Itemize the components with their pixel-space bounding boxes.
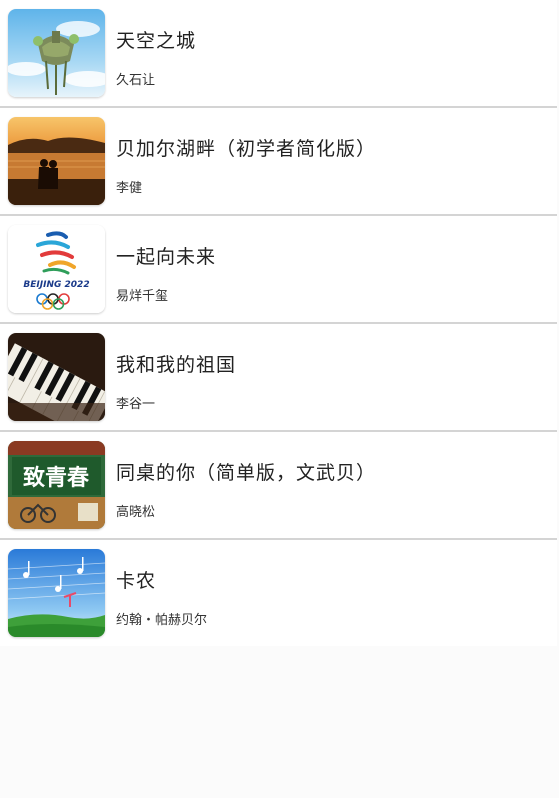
song-item[interactable]: 卡农 约翰・帕赫贝尔 (0, 540, 557, 646)
lake-sunset-cover-icon (8, 117, 105, 205)
song-artist: 李谷一 (116, 397, 156, 412)
song-title: 同桌的你（简单版，文武贝） (116, 462, 377, 484)
song-item[interactable]: 天空之城 久石让 (0, 0, 557, 108)
song-title: 卡农 (116, 570, 157, 592)
song-artist: 高晓松 (116, 505, 156, 520)
beijing-2022-cover-icon: BEIJING 2022 (8, 225, 105, 313)
song-artist: 约翰・帕赫贝尔 (116, 613, 208, 628)
cover-text: BEIJING 2022 (23, 280, 89, 290)
piano-keys-cover-icon (8, 333, 105, 421)
song-title: 一起向未来 (116, 246, 217, 268)
song-title: 贝加尔湖畔（初学者简化版） (116, 138, 377, 160)
song-item[interactable]: BEIJING 2022 一起向未来 易烊千玺 (0, 216, 557, 324)
song-title: 我和我的祖国 (116, 354, 237, 376)
song-artist: 李健 (116, 181, 143, 196)
youth-poster-cover-icon: 致青春 (8, 441, 105, 529)
song-artist: 易烊千玺 (116, 289, 169, 304)
canon-music-cover-icon (8, 549, 105, 637)
song-title: 天空之城 (116, 30, 197, 52)
song-list: 天空之城 久石让 贝加尔湖畔（初学者简化版） 李健 BEIJING 2022 一… (0, 0, 557, 646)
song-artist: 久石让 (116, 73, 156, 88)
song-item[interactable]: 致青春 同桌的你（简单版，文武贝） 高晓松 (0, 432, 557, 540)
song-item[interactable]: 贝加尔湖畔（初学者简化版） 李健 (0, 108, 557, 216)
cover-text: 致青春 (23, 465, 89, 491)
song-item[interactable]: 我和我的祖国 李谷一 (0, 324, 557, 432)
castle-in-the-sky-cover-icon (8, 9, 105, 97)
